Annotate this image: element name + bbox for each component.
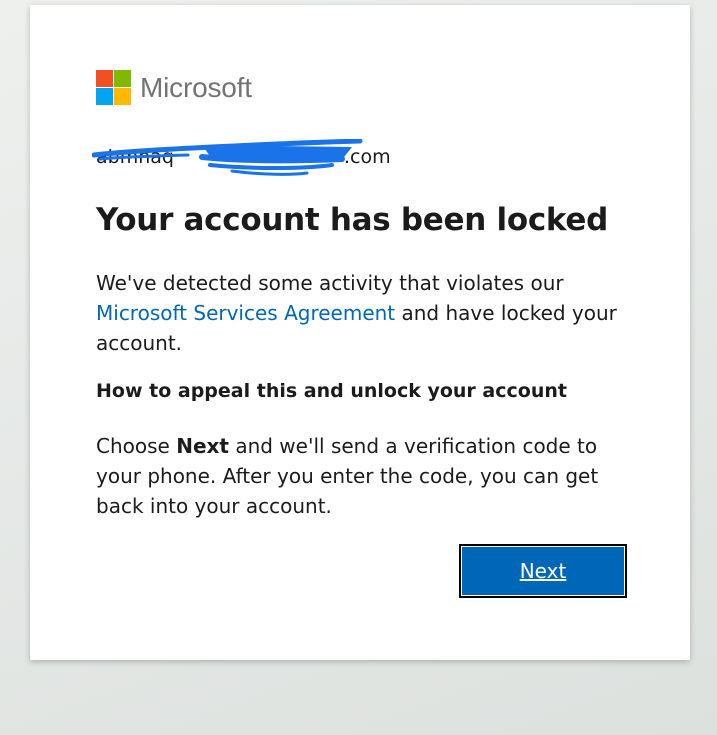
brand-name: Microsoft [140,71,252,103]
appeal-instructions: Choose Next and we'll send a verificatio… [96,431,636,521]
appeal-text-next: Next [176,434,229,458]
signin-card: Microsoft abmhaq .com Your account has be… [30,5,690,660]
lock-notice: We've detected some activity that violat… [96,268,636,358]
appeal-heading: How to appeal this and unlock your accou… [96,380,567,402]
redaction-scribble [92,139,363,176]
appeal-text-start: Choose [96,434,177,458]
microsoft-logo: Microsoft [96,70,252,105]
notice-text-start: We've detected some activity that violat… [96,271,564,295]
microsoft-logo-icon [96,70,131,105]
services-agreement-link[interactable]: Microsoft Services Agreement [96,301,395,325]
account-identity: abmhaq .com [92,139,396,179]
next-button[interactable]: Next [459,544,627,598]
page-title: Your account has been locked [96,202,609,238]
